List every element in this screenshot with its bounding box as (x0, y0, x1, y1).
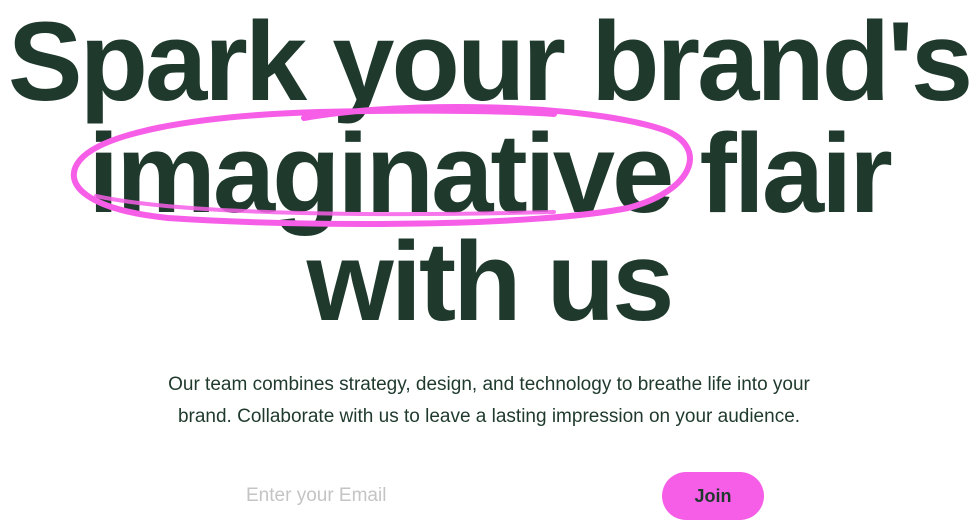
headline-line-2-rest: flair (671, 111, 892, 236)
join-button[interactable]: Join (662, 472, 764, 520)
subtitle-line-1: Our team combines strategy, design, and … (168, 374, 810, 395)
headline-line-3: with us (306, 219, 675, 344)
hero-subtitle: Our team combines strategy, design, and … (0, 369, 978, 433)
headline-line-2-wrap: imaginative flair (88, 111, 893, 236)
email-input[interactable] (228, 472, 648, 520)
subtitle-line-2: brand. Collaborate with us to leave a la… (177, 406, 801, 427)
highlighted-word: imaginative (88, 111, 674, 236)
hero-headline: Spark your brand's imaginative flair wit… (0, 0, 978, 340)
hero-section: Spark your brand's imaginative flair wit… (0, 0, 978, 528)
headline-line-1: Spark your brand's (7, 0, 973, 124)
headline-line-2: imaginative flair (0, 118, 978, 230)
email-signup-form: Join (228, 472, 768, 520)
